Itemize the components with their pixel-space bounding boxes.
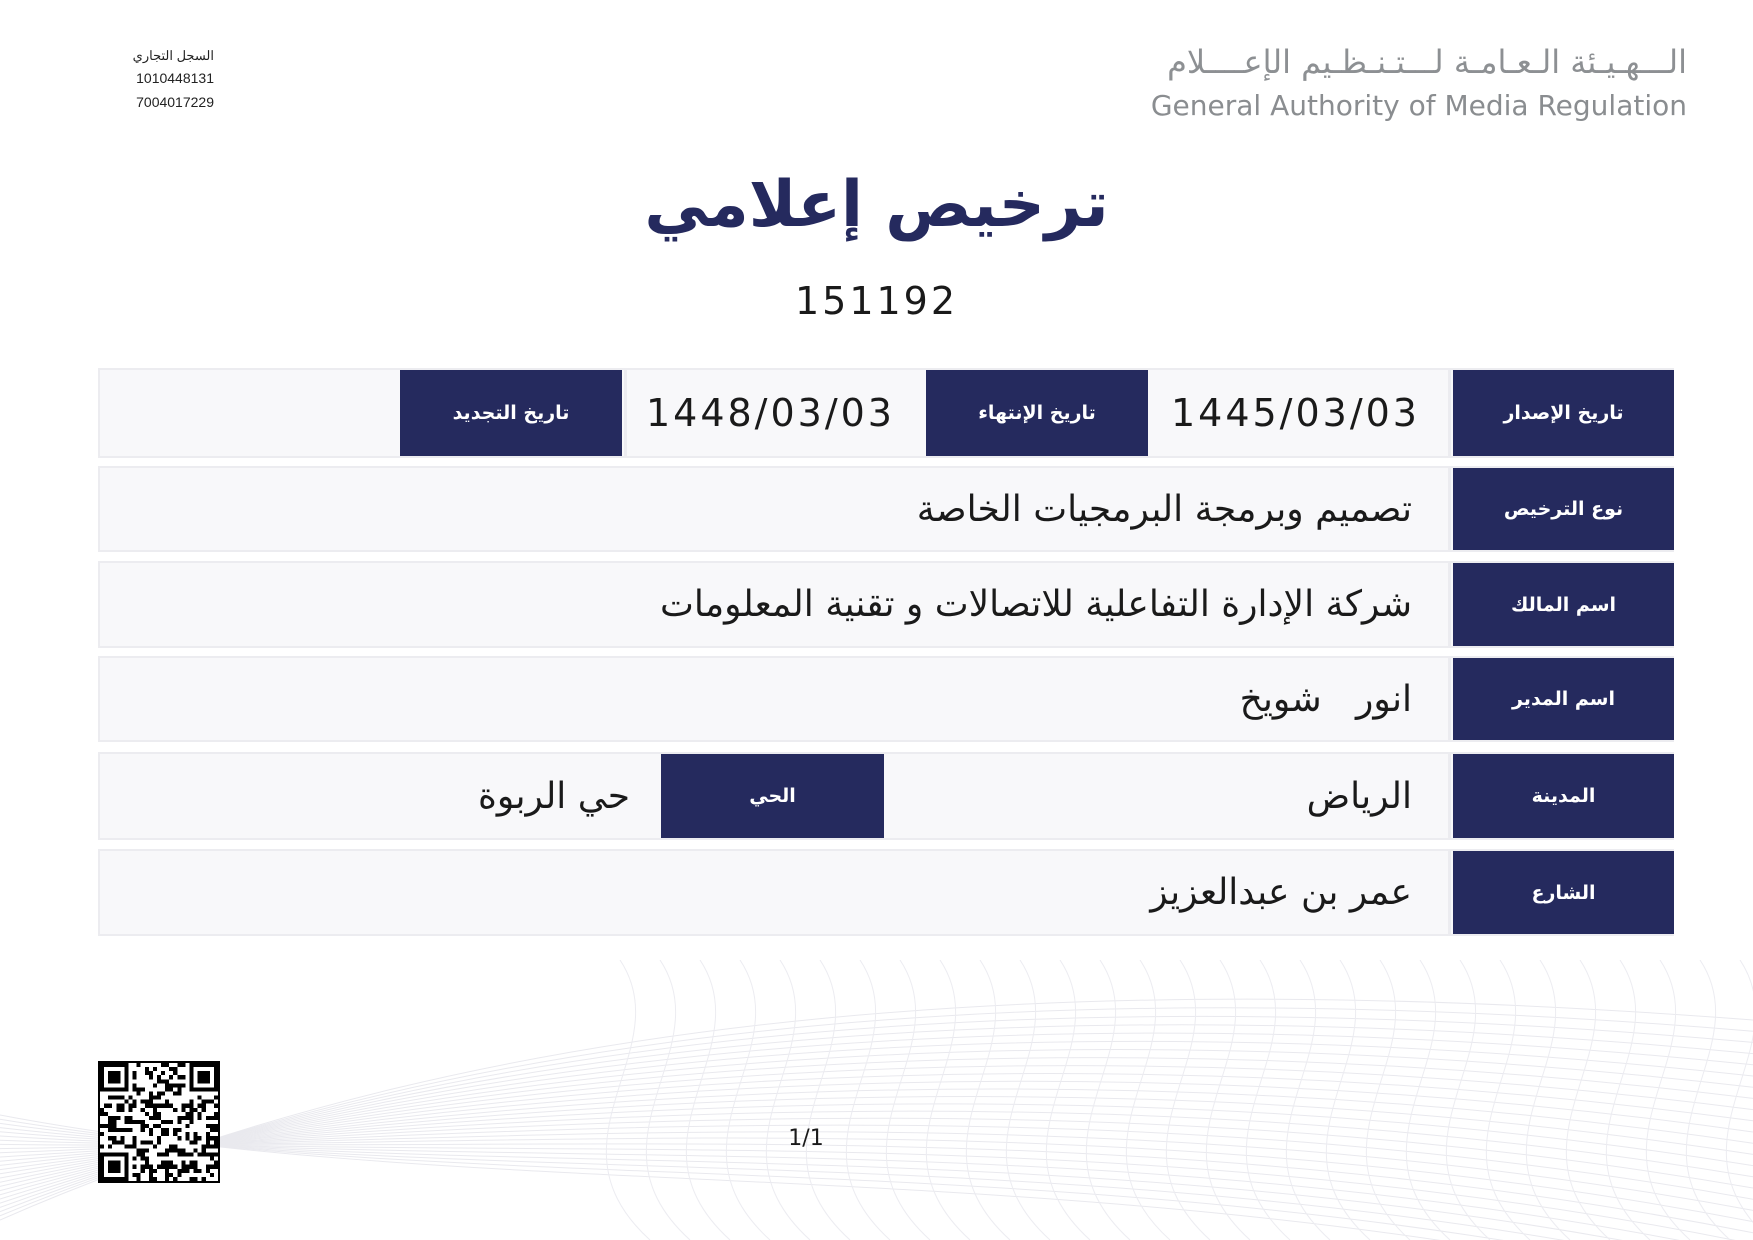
issue-date-value: 1445/03/03 bbox=[1170, 391, 1420, 435]
authority-logo: الـــهـيـئة الـعـامـة لـــتـنـظـيم الإعـ… bbox=[1127, 40, 1687, 126]
page-indicator: 1/1 bbox=[788, 1126, 824, 1151]
license-type-value: تصميم وبرمجة البرمجيات الخاصة bbox=[916, 488, 1412, 530]
commercial-registration-label: السجل التجاري bbox=[132, 48, 214, 63]
manager-row: اسم المدير انور شويخ bbox=[98, 656, 1674, 742]
issue-date-label: تاريخ الإصدار bbox=[1453, 370, 1674, 456]
divider bbox=[1448, 754, 1451, 838]
license-number: 151192 bbox=[794, 279, 959, 323]
commercial-registration-number: 1010448131 bbox=[136, 70, 214, 86]
district-value: حي الربوة bbox=[477, 775, 630, 817]
street-label: الشارع bbox=[1453, 851, 1674, 934]
qr-code-icon bbox=[98, 1061, 220, 1183]
expiry-date-value: 1448/03/03 bbox=[645, 391, 895, 435]
divider bbox=[1448, 851, 1451, 934]
authority-name-english: General Authority of Media Regulation bbox=[1150, 89, 1687, 122]
street-value: عمر بن عبدالعزيز bbox=[1150, 872, 1412, 913]
unified-number: 7004017229 bbox=[136, 94, 214, 110]
owner-row: اسم المالك شركة الإدارة التفاعلية للاتصا… bbox=[98, 561, 1674, 648]
city-label: المدينة bbox=[1453, 754, 1674, 838]
expiry-date-label: تاريخ الإنتهاء bbox=[926, 370, 1148, 456]
license-type-label: نوع الترخيص bbox=[1453, 468, 1674, 550]
document-title: ترخيص إعلامي bbox=[644, 168, 1109, 242]
dates-row: تاريخ الإصدار 1445/03/03 تاريخ الإنتهاء … bbox=[98, 368, 1674, 458]
divider bbox=[1448, 468, 1451, 550]
divider bbox=[1448, 658, 1451, 740]
authority-name-arabic: الـــهـيـئة الـعـامـة لـــتـنـظـيم الإعـ… bbox=[1167, 43, 1687, 81]
renewal-date-label: تاريخ التجديد bbox=[400, 370, 622, 456]
owner-label: اسم المالك bbox=[1453, 563, 1674, 646]
divider bbox=[624, 370, 627, 456]
commercial-registration-block: السجل التجاري 1010448131 7004017229 bbox=[110, 46, 214, 114]
city-value: الرياض bbox=[1306, 775, 1412, 817]
manager-label: اسم المدير bbox=[1453, 658, 1674, 740]
divider bbox=[1448, 563, 1451, 646]
renewal-date-value bbox=[120, 370, 380, 456]
background-wave-pattern bbox=[0, 960, 1753, 1240]
street-row: الشارع عمر بن عبدالعزيز bbox=[98, 849, 1674, 936]
district-label: الحي bbox=[661, 754, 884, 838]
manager-value: انور شويخ bbox=[1239, 678, 1412, 720]
divider bbox=[1448, 370, 1451, 456]
license-type-row: نوع الترخيص تصميم وبرمجة البرمجيات الخاص… bbox=[98, 466, 1674, 552]
city-district-row: المدينة الرياض الحي حي الربوة bbox=[98, 752, 1674, 840]
owner-value: شركة الإدارة التفاعلية للاتصالات و تقنية… bbox=[659, 584, 1412, 625]
